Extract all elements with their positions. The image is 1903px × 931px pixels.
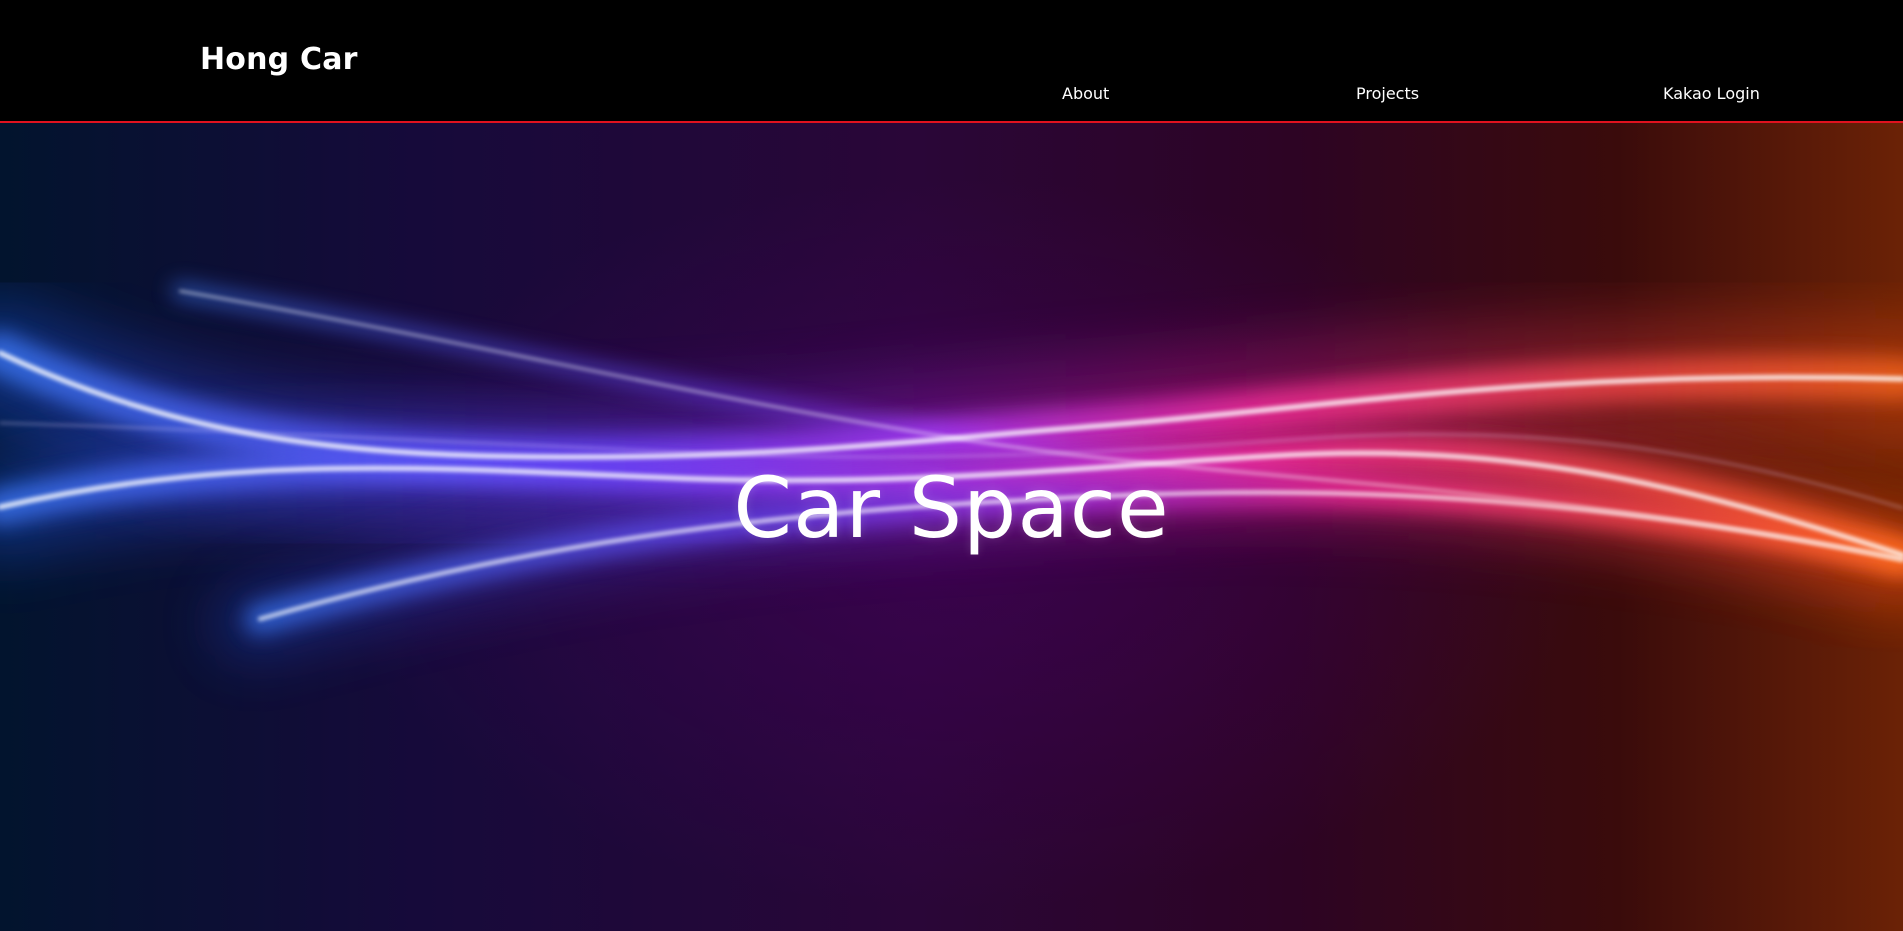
top-navigation-bar: Hong Car About Projects Kakao Login [0,0,1903,123]
nav-link-about[interactable]: About [1062,80,1109,108]
page: Hong Car About Projects Kakao Login Car … [0,0,1903,931]
hero-banner: Car Space [0,123,1903,931]
hero-title: Car Space [733,459,1170,557]
brand-logo-link[interactable]: Hong Car [200,36,358,84]
nav-link-projects[interactable]: Projects [1356,80,1419,108]
nav-link-kakao-login[interactable]: Kakao Login [1663,80,1760,108]
